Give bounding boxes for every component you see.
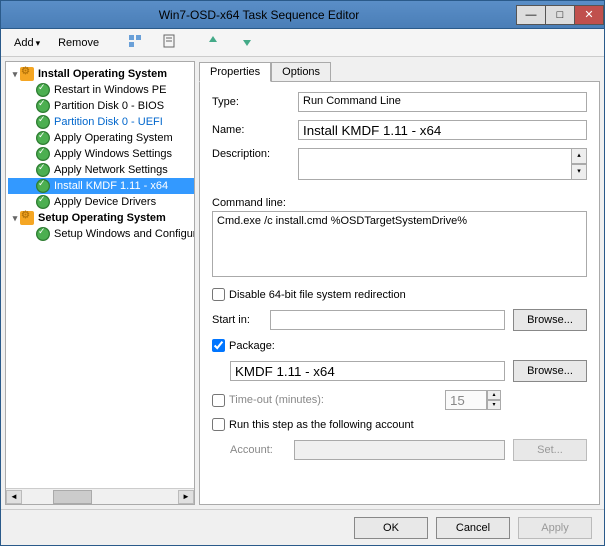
tree-item[interactable]: Apply Network Settings bbox=[8, 162, 194, 178]
group-icon bbox=[20, 67, 34, 81]
dialog-buttons: OK Cancel Apply bbox=[1, 509, 604, 545]
tree-item[interactable]: Apply Device Drivers bbox=[8, 194, 194, 210]
add-menu[interactable]: Add▾ bbox=[7, 34, 47, 52]
toolbar: Add▾ Remove bbox=[1, 29, 604, 57]
task-sequence-editor-window: Win7-OSD-x64 Task Sequence Editor — □ ✕ … bbox=[0, 0, 605, 546]
properties-pane: Properties Options Type: Run Command Lin… bbox=[199, 61, 600, 505]
apply-button: Apply bbox=[518, 517, 592, 539]
runas-label: Run this step as the following account bbox=[229, 419, 414, 431]
maximize-button[interactable]: □ bbox=[545, 5, 575, 25]
tree-item[interactable]: Partition Disk 0 - BIOS bbox=[8, 98, 194, 114]
move-down-icon[interactable] bbox=[232, 30, 262, 55]
scroll-thumb[interactable] bbox=[53, 490, 92, 504]
tree-group-install-os[interactable]: ▾ Install Operating System bbox=[8, 66, 194, 82]
scroll-up-icon[interactable]: ▴ bbox=[571, 148, 587, 164]
move-up-icon[interactable] bbox=[198, 30, 228, 55]
description-label: Description: bbox=[212, 148, 290, 160]
check-icon bbox=[36, 179, 50, 193]
scroll-right-icon[interactable]: ► bbox=[178, 490, 194, 504]
close-button[interactable]: ✕ bbox=[574, 5, 604, 25]
cancel-button[interactable]: Cancel bbox=[436, 517, 510, 539]
tab-properties[interactable]: Properties bbox=[199, 62, 271, 82]
package-label: Package: bbox=[229, 340, 275, 352]
tree-item[interactable]: Apply Operating System bbox=[8, 130, 194, 146]
horizontal-scrollbar[interactable]: ◄ ► bbox=[6, 488, 194, 504]
startin-label: Start in: bbox=[212, 314, 262, 326]
check-icon bbox=[36, 115, 50, 129]
disable-64bit-label: Disable 64-bit file system redirection bbox=[229, 289, 406, 301]
stepper-up-icon[interactable]: ▴ bbox=[487, 390, 501, 400]
package-browse-button[interactable]: Browse... bbox=[513, 360, 587, 382]
name-label: Name: bbox=[212, 124, 290, 136]
collapse-icon[interactable]: ▾ bbox=[10, 69, 20, 80]
remove-button[interactable]: Remove bbox=[51, 34, 106, 52]
check-icon bbox=[36, 163, 50, 177]
commandline-label: Command line: bbox=[212, 197, 587, 209]
tree-group-setup-os[interactable]: ▾ Setup Operating System bbox=[8, 210, 194, 226]
startin-browse-button[interactable]: Browse... bbox=[513, 309, 587, 331]
startin-input[interactable] bbox=[270, 310, 505, 330]
check-icon bbox=[36, 99, 50, 113]
tree-item[interactable]: Apply Windows Settings bbox=[8, 146, 194, 162]
tree-item[interactable]: Partition Disk 0 - UEFI bbox=[8, 114, 194, 130]
tree-item[interactable]: Setup Windows and Configuration bbox=[8, 226, 194, 242]
titlebar: Win7-OSD-x64 Task Sequence Editor — □ ✕ bbox=[1, 1, 604, 29]
check-icon bbox=[36, 195, 50, 209]
commandline-input[interactable]: Cmd.exe /c install.cmd %OSDTargetSystemD… bbox=[212, 211, 587, 277]
minimize-button[interactable]: — bbox=[516, 5, 546, 25]
runas-checkbox[interactable] bbox=[212, 418, 225, 431]
check-icon bbox=[36, 227, 50, 241]
stepper-down-icon[interactable]: ▾ bbox=[487, 400, 501, 410]
package-input[interactable] bbox=[230, 361, 505, 381]
account-input bbox=[294, 440, 505, 460]
new-group-icon[interactable] bbox=[120, 30, 150, 55]
scroll-left-icon[interactable]: ◄ bbox=[6, 490, 22, 504]
timeout-stepper[interactable]: ▴▾ bbox=[445, 390, 501, 410]
timeout-input bbox=[445, 390, 487, 410]
scroll-down-icon[interactable]: ▾ bbox=[571, 164, 587, 180]
account-label: Account: bbox=[230, 444, 286, 456]
type-field: Run Command Line bbox=[298, 92, 587, 112]
description-input[interactable] bbox=[298, 148, 587, 180]
tree-item[interactable]: Restart in Windows PE bbox=[8, 82, 194, 98]
package-checkbox[interactable] bbox=[212, 339, 225, 352]
timeout-label: Time-out (minutes): bbox=[229, 394, 324, 406]
tree-item-selected[interactable]: Install KMDF 1.11 - x64 bbox=[8, 178, 194, 194]
disable-64bit-checkbox[interactable] bbox=[212, 288, 225, 301]
name-input[interactable] bbox=[298, 120, 587, 140]
timeout-checkbox[interactable] bbox=[212, 394, 225, 407]
task-tree-pane: ▾ Install Operating System Restart in Wi… bbox=[5, 61, 195, 505]
window-title: Win7-OSD-x64 Task Sequence Editor bbox=[1, 8, 517, 22]
type-label: Type: bbox=[212, 96, 290, 108]
group-icon bbox=[20, 211, 34, 225]
tab-options[interactable]: Options bbox=[271, 62, 331, 82]
check-icon bbox=[36, 131, 50, 145]
ok-button[interactable]: OK bbox=[354, 517, 428, 539]
collapse-icon[interactable]: ▾ bbox=[10, 213, 20, 224]
check-icon bbox=[36, 147, 50, 161]
check-icon bbox=[36, 83, 50, 97]
properties-icon[interactable] bbox=[154, 30, 184, 55]
set-button: Set... bbox=[513, 439, 587, 461]
task-tree[interactable]: ▾ Install Operating System Restart in Wi… bbox=[6, 62, 194, 488]
